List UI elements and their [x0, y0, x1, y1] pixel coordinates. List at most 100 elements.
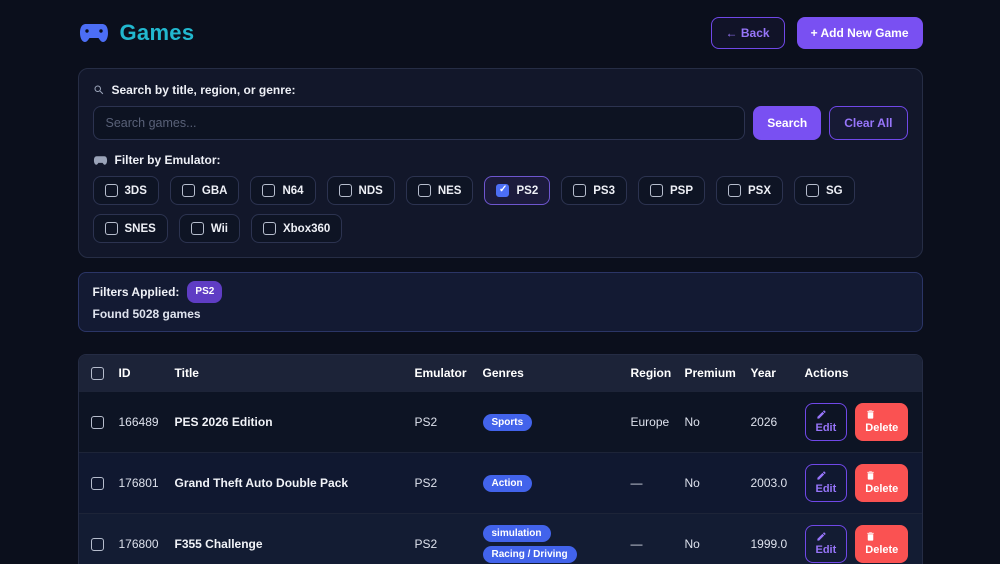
games-table: ID Title Emulator Genres Region Premium … [77, 354, 923, 564]
emulator-filter-psx[interactable]: PSX [716, 176, 784, 205]
checkbox-icon [262, 222, 276, 235]
table-header-row: ID Title Emulator Genres Region Premium … [78, 355, 922, 391]
page: Games ← Back + Add New Game Search by ti… [77, 0, 923, 564]
cell-region: Europe [630, 415, 670, 429]
cell-actions: Edit Delete [804, 525, 910, 563]
search-row: Search Clear All [92, 106, 908, 140]
emulator-filter-snes[interactable]: SNES [92, 214, 168, 243]
emulator-label: SNES [124, 222, 156, 235]
edit-button[interactable]: Edit [804, 525, 848, 563]
emulator-filter-ps2[interactable]: PS2 [484, 176, 551, 205]
emulator-label: N64 [282, 184, 304, 197]
edit-button-label: Edit [815, 544, 837, 556]
cell-premium: No [684, 415, 700, 429]
filter-label-text: Filter by Emulator: [114, 153, 221, 167]
filters-applied-line: Filters Applied: PS2 [93, 281, 908, 303]
checkbox-icon [573, 184, 587, 197]
back-button[interactable]: ← Back [710, 17, 785, 49]
pencil-icon [816, 471, 826, 480]
cell-genres: Action [482, 473, 629, 494]
search-icon [93, 85, 103, 95]
cell-title: PES 2026 Edition [174, 415, 273, 429]
edit-button-label: Edit [815, 422, 837, 434]
cell-genres: Sports [482, 412, 629, 433]
emulator-filter-list: 3DS GBA N64 NDS NES PS2 [92, 176, 908, 243]
filters-applied-label: Filters Applied: [92, 285, 180, 299]
cell-region: — [630, 476, 643, 490]
genre-badge: simulation [482, 525, 551, 542]
edit-button[interactable]: Edit [804, 403, 848, 441]
delete-button[interactable]: Delete [855, 464, 909, 502]
emulator-filter-wii[interactable]: Wii [178, 214, 240, 243]
cell-emulator: PS2 [414, 476, 438, 490]
add-new-game-button[interactable]: + Add New Game [796, 17, 923, 49]
pencil-icon [816, 410, 826, 419]
column-header-premium: Premium [684, 366, 736, 380]
emulator-label: PS2 [516, 184, 539, 197]
search-button[interactable]: Search [753, 106, 822, 140]
table-row: 166489 PES 2026 Edition PS2 Sports Europ… [78, 391, 922, 452]
emulator-filter-ps3[interactable]: PS3 [561, 176, 627, 205]
search-label-text: Search by title, region, or genre: [111, 83, 296, 97]
page-title: Games [119, 20, 195, 45]
clear-all-button[interactable]: Clear All [829, 106, 908, 140]
checkbox-icon [181, 184, 195, 197]
cell-premium: No [684, 476, 700, 490]
row-checkbox[interactable] [90, 415, 104, 429]
applied-filter-badge: PS2 [187, 281, 223, 303]
checkbox-icon [338, 184, 352, 197]
cell-genres: simulation Racing / Driving [482, 523, 629, 564]
emulator-label: PS3 [593, 184, 615, 197]
filter-by-emulator-label: Filter by Emulator: [93, 153, 908, 167]
emulator-label: GBA [201, 184, 228, 197]
search-input[interactable] [92, 106, 746, 140]
emulator-filter-gba[interactable]: GBA [169, 176, 240, 205]
select-all-checkbox[interactable] [90, 366, 104, 380]
delete-button-label: Delete [865, 422, 899, 434]
topbar-actions: ← Back + Add New Game [710, 17, 923, 49]
cell-emulator: PS2 [414, 415, 438, 429]
column-header-genres: Genres [482, 366, 524, 380]
emulator-filter-3ds[interactable]: 3DS [92, 176, 159, 205]
column-header-title: Title [174, 366, 199, 380]
emulator-label: Wii [210, 222, 228, 235]
emulator-label: NDS [358, 184, 383, 197]
cell-year: 2003.0 [750, 476, 788, 490]
column-header-actions: Actions [804, 366, 849, 380]
emulator-filter-psp[interactable]: PSP [637, 176, 705, 205]
genre-badge: Sports [482, 413, 533, 431]
delete-button[interactable]: Delete [855, 525, 909, 563]
cell-title: Grand Theft Auto Double Pack [174, 476, 349, 490]
row-checkbox[interactable] [90, 537, 104, 551]
emulator-filter-xbox360[interactable]: Xbox360 [250, 214, 343, 243]
gamepad-logo-icon [79, 24, 108, 42]
column-header-emulator: Emulator [414, 366, 467, 380]
pencil-icon [816, 532, 826, 541]
trash-icon [867, 532, 874, 541]
checkbox-icon [104, 222, 118, 235]
checkbox-icon [649, 184, 663, 197]
trash-icon [867, 471, 874, 480]
emulator-label: PSX [748, 184, 772, 197]
genre-badge: Racing / Driving [482, 546, 577, 563]
emulator-filter-sg[interactable]: SG [794, 176, 855, 205]
column-header-region: Region [630, 366, 672, 380]
emulator-filter-nds[interactable]: NDS [326, 176, 395, 205]
emulator-filter-n64[interactable]: N64 [250, 176, 316, 205]
cell-id: 176800 [118, 537, 159, 551]
row-checkbox[interactable] [90, 476, 104, 490]
edit-button[interactable]: Edit [804, 464, 848, 502]
found-games-count: Found 5028 games [92, 307, 201, 321]
search-label: Search by title, region, or genre: [93, 83, 908, 97]
delete-button[interactable]: Delete [855, 403, 909, 441]
emulator-filter-nes[interactable]: NES [405, 176, 474, 205]
gamepad-icon [93, 155, 107, 165]
column-header-year: Year [750, 366, 776, 380]
genre-badge: Action [482, 474, 532, 492]
checkbox-checked-icon [496, 184, 510, 197]
checkbox-icon [262, 184, 276, 197]
table-row: 176801 Grand Theft Auto Double Pack PS2 … [78, 452, 922, 513]
cell-id: 176801 [118, 476, 159, 490]
checkbox-icon [104, 184, 118, 197]
checkbox-icon [806, 184, 820, 197]
